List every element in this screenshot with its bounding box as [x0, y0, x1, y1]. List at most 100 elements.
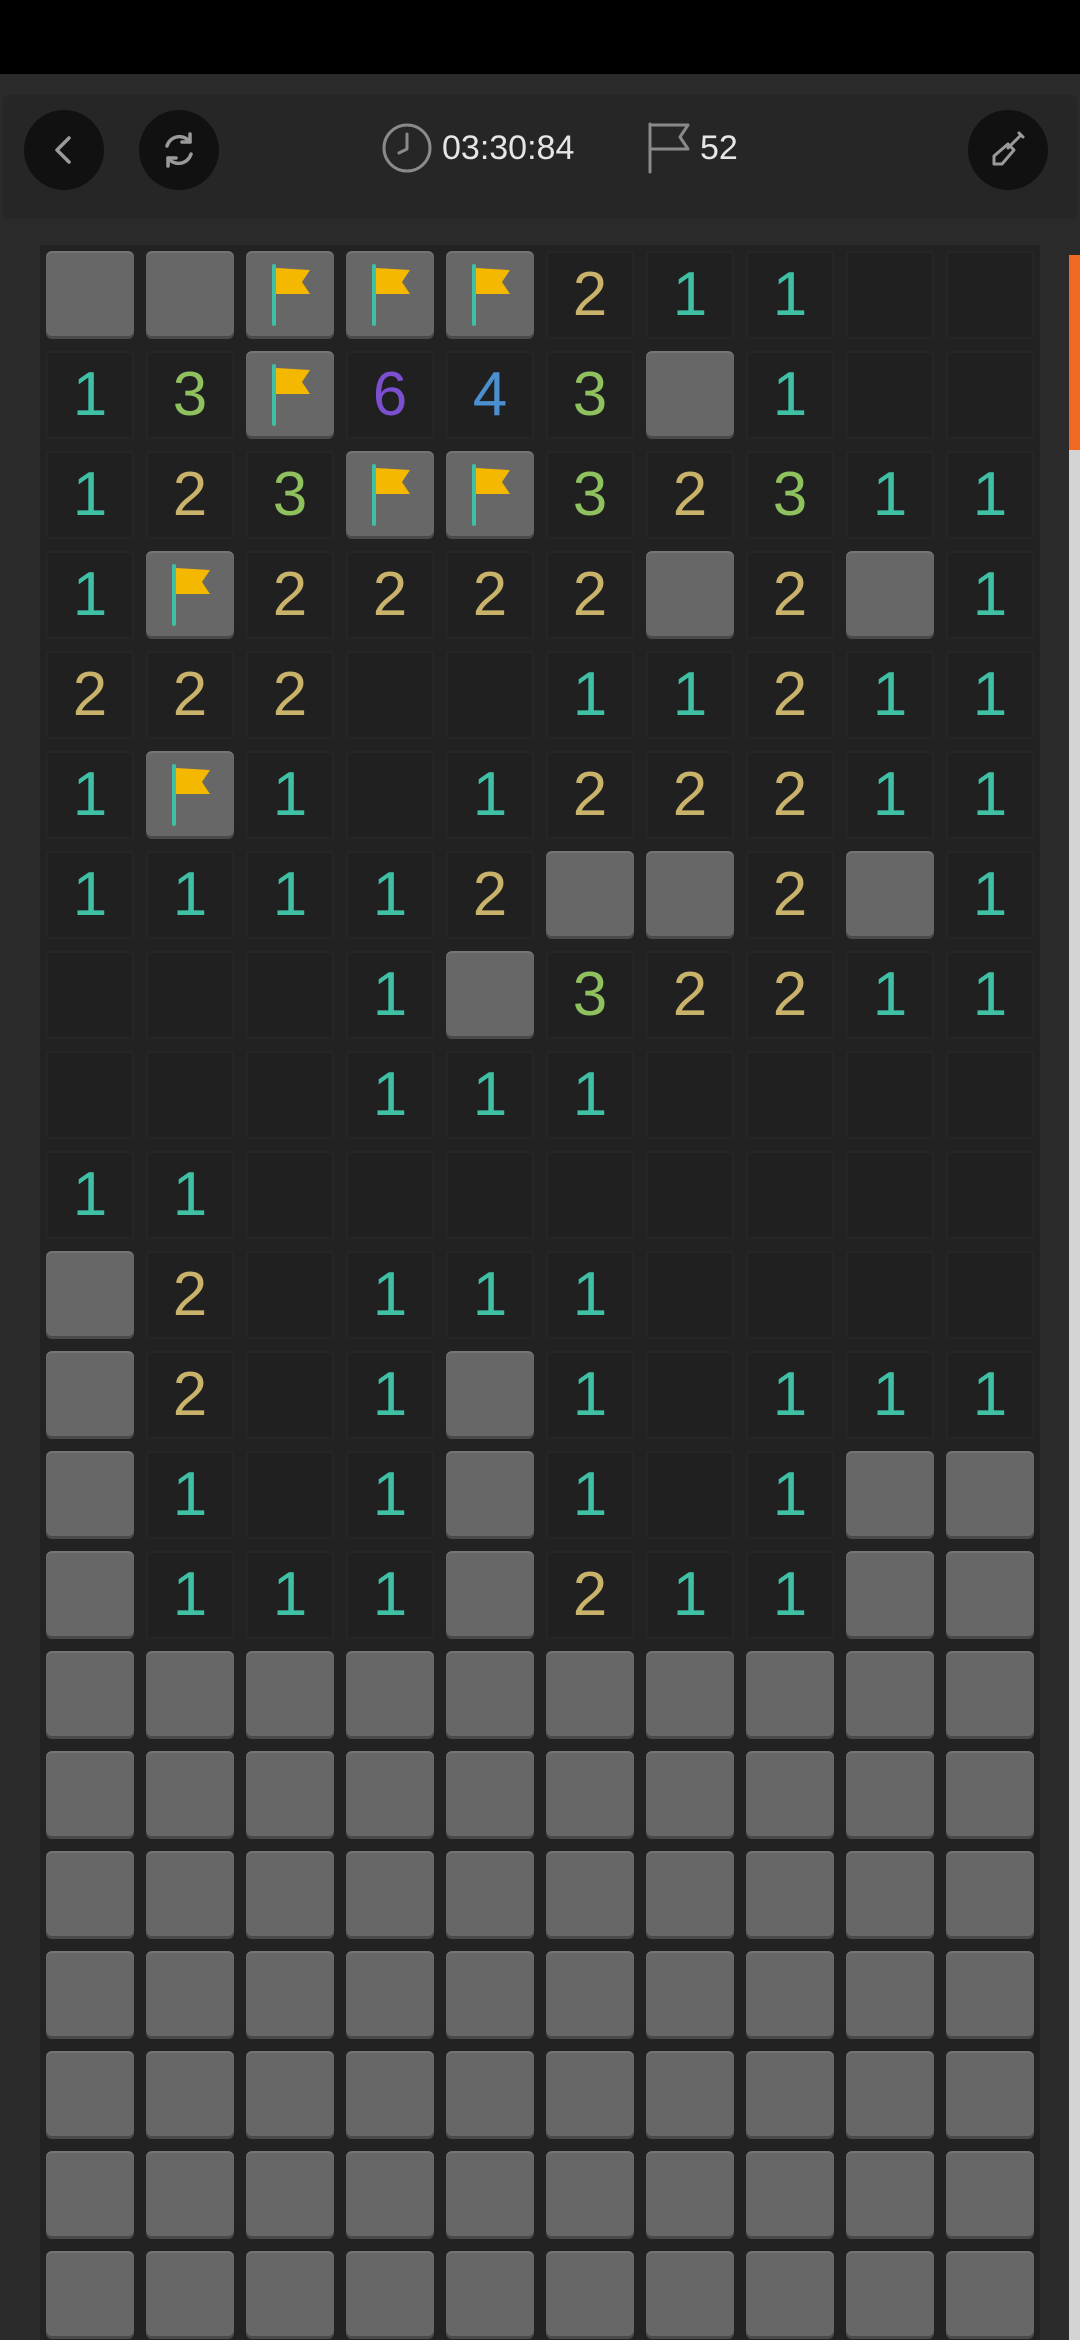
- unrevealed-cell[interactable]: [646, 351, 734, 439]
- number-cell[interactable]: 1: [946, 651, 1034, 739]
- unrevealed-cell[interactable]: [846, 2151, 934, 2239]
- empty-cell[interactable]: [646, 1351, 734, 1439]
- number-cell[interactable]: 1: [546, 651, 634, 739]
- number-cell[interactable]: 1: [446, 751, 534, 839]
- number-cell[interactable]: 2: [546, 1551, 634, 1639]
- unrevealed-cell[interactable]: [546, 1651, 634, 1739]
- empty-cell[interactable]: [46, 1051, 134, 1139]
- empty-cell[interactable]: [346, 751, 434, 839]
- unrevealed-cell[interactable]: [446, 2251, 534, 2339]
- unrevealed-cell[interactable]: [446, 2051, 534, 2139]
- unrevealed-cell[interactable]: [846, 851, 934, 939]
- number-cell[interactable]: 2: [746, 551, 834, 639]
- flagged-cell[interactable]: [146, 551, 234, 639]
- unrevealed-cell[interactable]: [246, 1951, 334, 2039]
- unrevealed-cell[interactable]: [746, 2151, 834, 2239]
- number-cell[interactable]: 2: [546, 251, 634, 339]
- unrevealed-cell[interactable]: [446, 1751, 534, 1839]
- unrevealed-cell[interactable]: [646, 551, 734, 639]
- unrevealed-cell[interactable]: [346, 1751, 434, 1839]
- number-cell[interactable]: 1: [546, 1351, 634, 1439]
- number-cell[interactable]: 1: [346, 1351, 434, 1439]
- empty-cell[interactable]: [346, 1151, 434, 1239]
- number-cell[interactable]: 1: [346, 1251, 434, 1339]
- number-cell[interactable]: 1: [546, 1251, 634, 1339]
- unrevealed-cell[interactable]: [446, 1851, 534, 1939]
- number-cell[interactable]: 2: [246, 551, 334, 639]
- unrevealed-cell[interactable]: [646, 1751, 734, 1839]
- number-cell[interactable]: 3: [546, 351, 634, 439]
- unrevealed-cell[interactable]: [946, 1851, 1034, 1939]
- empty-cell[interactable]: [146, 1051, 234, 1139]
- number-cell[interactable]: 2: [646, 751, 734, 839]
- number-cell[interactable]: 1: [346, 951, 434, 1039]
- number-cell[interactable]: 2: [746, 851, 834, 939]
- unrevealed-cell[interactable]: [146, 1951, 234, 2039]
- unrevealed-cell[interactable]: [746, 2251, 834, 2339]
- number-cell[interactable]: 2: [546, 551, 634, 639]
- unrevealed-cell[interactable]: [846, 1751, 934, 1839]
- unrevealed-cell[interactable]: [546, 2151, 634, 2239]
- number-cell[interactable]: 2: [746, 651, 834, 739]
- unrevealed-cell[interactable]: [646, 2251, 734, 2339]
- unrevealed-cell[interactable]: [646, 1651, 734, 1739]
- number-cell[interactable]: 1: [46, 851, 134, 939]
- unrevealed-cell[interactable]: [146, 2151, 234, 2239]
- unrevealed-cell[interactable]: [646, 2151, 734, 2239]
- empty-cell[interactable]: [746, 1151, 834, 1239]
- empty-cell[interactable]: [946, 1251, 1034, 1339]
- unrevealed-cell[interactable]: [246, 2151, 334, 2239]
- back-button[interactable]: [24, 110, 104, 190]
- unrevealed-cell[interactable]: [346, 2251, 434, 2339]
- scrollbar-track[interactable]: [1069, 255, 1080, 2340]
- unrevealed-cell[interactable]: [246, 1651, 334, 1739]
- unrevealed-cell[interactable]: [46, 1351, 134, 1439]
- number-cell[interactable]: 1: [646, 651, 734, 739]
- unrevealed-cell[interactable]: [746, 1751, 834, 1839]
- number-cell[interactable]: 1: [946, 751, 1034, 839]
- empty-cell[interactable]: [446, 651, 534, 739]
- number-cell[interactable]: 1: [346, 1551, 434, 1639]
- unrevealed-cell[interactable]: [546, 1951, 634, 2039]
- unrevealed-cell[interactable]: [446, 1551, 534, 1639]
- number-cell[interactable]: 2: [746, 751, 834, 839]
- unrevealed-cell[interactable]: [946, 2251, 1034, 2339]
- number-cell[interactable]: 1: [846, 451, 934, 539]
- unrevealed-cell[interactable]: [346, 2051, 434, 2139]
- number-cell[interactable]: 1: [746, 351, 834, 439]
- unrevealed-cell[interactable]: [146, 2251, 234, 2339]
- unrevealed-cell[interactable]: [546, 1851, 634, 1939]
- unrevealed-cell[interactable]: [746, 1851, 834, 1939]
- number-cell[interactable]: 2: [546, 751, 634, 839]
- number-cell[interactable]: 2: [446, 551, 534, 639]
- empty-cell[interactable]: [246, 1151, 334, 1239]
- flagged-cell[interactable]: [146, 751, 234, 839]
- flagged-cell[interactable]: [346, 251, 434, 339]
- unrevealed-cell[interactable]: [46, 2251, 134, 2339]
- number-cell[interactable]: 1: [946, 851, 1034, 939]
- number-cell[interactable]: 1: [446, 1251, 534, 1339]
- unrevealed-cell[interactable]: [446, 1451, 534, 1539]
- number-cell[interactable]: 1: [546, 1051, 634, 1139]
- number-cell[interactable]: 3: [246, 451, 334, 539]
- unrevealed-cell[interactable]: [846, 1851, 934, 1939]
- flagged-cell[interactable]: [246, 251, 334, 339]
- empty-cell[interactable]: [246, 1451, 334, 1539]
- empty-cell[interactable]: [946, 1151, 1034, 1239]
- number-cell[interactable]: 1: [146, 1551, 234, 1639]
- unrevealed-cell[interactable]: [946, 2151, 1034, 2239]
- empty-cell[interactable]: [246, 951, 334, 1039]
- unrevealed-cell[interactable]: [846, 1651, 934, 1739]
- unrevealed-cell[interactable]: [46, 1551, 134, 1639]
- unrevealed-cell[interactable]: [346, 1651, 434, 1739]
- empty-cell[interactable]: [446, 1151, 534, 1239]
- number-cell[interactable]: 1: [646, 251, 734, 339]
- unrevealed-cell[interactable]: [46, 1251, 134, 1339]
- number-cell[interactable]: 2: [146, 651, 234, 739]
- unrevealed-cell[interactable]: [546, 851, 634, 939]
- unrevealed-cell[interactable]: [46, 1951, 134, 2039]
- empty-cell[interactable]: [346, 651, 434, 739]
- number-cell[interactable]: 1: [446, 1051, 534, 1139]
- number-cell[interactable]: 1: [46, 551, 134, 639]
- unrevealed-cell[interactable]: [446, 951, 534, 1039]
